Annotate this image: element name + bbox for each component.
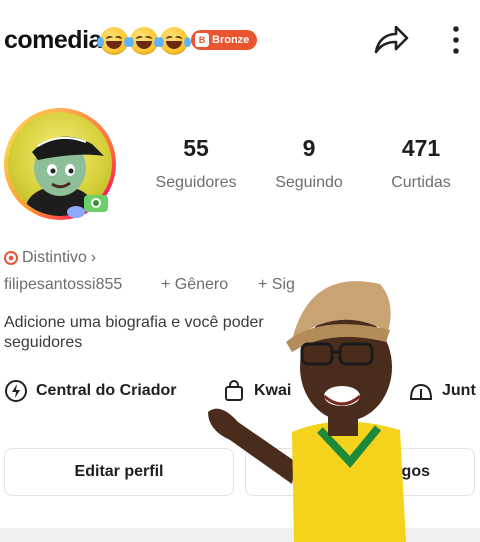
join-link[interactable]: Junt: [408, 379, 476, 403]
creator-center-link[interactable]: Central do Criador: [4, 379, 176, 403]
following-label: Seguindo: [275, 174, 343, 191]
likes-stat[interactable]: 471 Curtidas: [366, 135, 476, 192]
badge-label: Bronze: [212, 34, 250, 46]
followers-label: Seguidores: [155, 174, 237, 191]
distintivo-label: Distintivo: [22, 249, 87, 266]
likes-count: 471: [401, 135, 441, 161]
profile-avatar[interactable]: [2, 108, 124, 224]
distintivo-link[interactable]: Distintivo ›: [4, 249, 96, 267]
followers-stat[interactable]: 55 Seguidores: [141, 135, 251, 192]
laughing-emoji-icon: [97, 27, 131, 55]
level-medal-icon: B: [195, 33, 209, 47]
likes-label: Curtidas: [391, 174, 451, 191]
lightning-icon: [5, 380, 27, 402]
join-label: Junt: [442, 382, 476, 399]
share-arrow-icon[interactable]: [372, 22, 410, 56]
chevron-right-icon: ›: [90, 249, 97, 266]
overlay-person-image: [208, 281, 406, 542]
camera-sticker-icon: [84, 195, 108, 212]
profile-header: comedia B Bronze: [0, 0, 480, 80]
bronze-level-badge[interactable]: B Bronze: [191, 30, 258, 50]
laughing-emoji-icon: [127, 27, 161, 55]
following-count: 9: [302, 135, 316, 161]
dome-icon: [409, 383, 433, 400]
following-stat[interactable]: 9 Seguindo: [254, 135, 364, 192]
followers-count: 55: [183, 135, 209, 161]
profile-screen: comedia B Bronze 55 Seguidores 9 Seguind…: [0, 0, 480, 542]
laughing-emoji-icon: [157, 27, 191, 55]
sticker-decoration-icon: [67, 206, 85, 218]
profile-username: comedia: [4, 26, 102, 54]
creator-center-label: Central do Criador: [36, 382, 177, 399]
profile-handle: filipesantossi855: [4, 276, 123, 293]
emoji-row: [97, 27, 191, 55]
badge-target-icon: [4, 251, 18, 265]
more-vertical-icon[interactable]: [446, 24, 466, 56]
